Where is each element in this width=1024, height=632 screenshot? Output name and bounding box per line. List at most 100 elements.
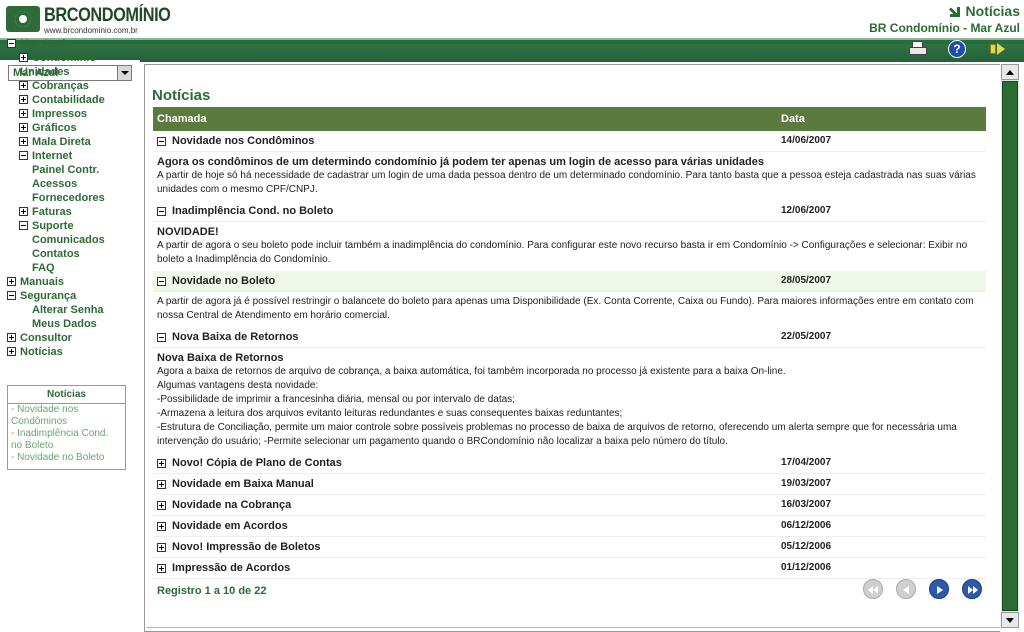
news-detail-text: -Possibilidade de imprimir a francesinha… (157, 394, 515, 405)
last-page-button[interactable] (962, 579, 982, 599)
nav-item[interactable]: Suporte (7, 219, 137, 233)
logo-mark-icon (6, 6, 40, 32)
scroll-thumb[interactable] (1002, 81, 1018, 611)
nav-item-label: Contatos (32, 248, 80, 260)
nav-item[interactable]: Consultor (7, 331, 137, 345)
nav-item-label: Gráficos (32, 122, 77, 134)
news-title[interactable]: Novidade no Boleto (172, 275, 275, 287)
expand-icon[interactable] (19, 207, 28, 216)
expand-icon[interactable] (157, 480, 166, 489)
table-row[interactable]: Novidade nos Condôminos 14/06/2007 (153, 131, 986, 152)
nav-item[interactable]: Internet (7, 149, 137, 163)
news-title[interactable]: Nova Baixa de Retornos (172, 331, 299, 343)
nav-item-label: Cobranças (32, 80, 89, 92)
table-row[interactable]: Novidade em Acordos 06/12/2006 (153, 516, 986, 537)
news-box-link[interactable]: - Inadimplência Cond. no Boleto (8, 428, 125, 452)
scrollbar[interactable] (1001, 64, 1019, 628)
nav-item-label: Suporte (32, 220, 74, 232)
expand-icon[interactable] (19, 81, 28, 90)
nav-item-label: Consultor (20, 332, 72, 344)
table-row[interactable]: Novo! Impressão de Boletos 05/12/2006 (153, 537, 986, 558)
collapse-icon[interactable] (7, 291, 16, 300)
news-box-link[interactable]: - Novidade no Boleto (8, 452, 125, 464)
exit-icon[interactable] (988, 40, 1008, 58)
news-box-link[interactable]: - Novidade nos Condôminos (8, 404, 125, 428)
nav-item[interactable]: Faturas (7, 205, 137, 219)
nav-item[interactable]: Comunicados (7, 233, 137, 247)
nav-item[interactable]: Mar Azul (7, 37, 137, 51)
expand-icon[interactable] (19, 53, 28, 62)
table-row[interactable]: Novidade em Baixa Manual 19/03/2007 (153, 474, 986, 495)
nav-item[interactable]: Gráficos (7, 121, 137, 135)
nav-item[interactable]: Notícias (7, 345, 137, 359)
expand-icon[interactable] (157, 564, 166, 573)
table-row[interactable]: Nova Baixa de Retornos 22/05/2007 (153, 327, 986, 348)
collapse-icon[interactable] (157, 277, 166, 286)
table-row[interactable]: Inadimplência Cond. no Boleto 12/06/2007 (153, 201, 986, 222)
news-detail-heading: Nova Baixa de Retornos (157, 352, 284, 364)
news-title[interactable]: Novidade na Cobrança (172, 499, 291, 511)
nav-item[interactable]: Meus Dados (7, 317, 137, 331)
news-date: 14/06/2007 (781, 135, 832, 146)
collapse-icon[interactable] (19, 221, 28, 230)
nav-item[interactable]: Contatos (7, 247, 137, 261)
next-page-button[interactable] (929, 579, 949, 599)
news-title[interactable]: Novidade nos Condôminos (172, 135, 314, 147)
expand-icon[interactable] (157, 459, 166, 468)
nav-item-label: Faturas (32, 206, 72, 218)
expand-icon[interactable] (19, 109, 28, 118)
nav-item-label: Fornecedores (32, 192, 105, 204)
nav-item[interactable]: Impressos (7, 107, 137, 121)
table-row[interactable]: Novo! Cópia de Plano de Contas 17/04/2007 (153, 453, 986, 474)
app-header: BRCONDOMÍNIO www.brcondominio.com.br Not… (0, 0, 1024, 38)
expand-icon[interactable] (157, 501, 166, 510)
nav-item[interactable]: Acessos (7, 177, 137, 191)
news-title[interactable]: Novidade em Baixa Manual (172, 478, 314, 490)
table-row[interactable]: Novidade no Boleto 28/05/2007 (153, 271, 986, 292)
section-title: Notícias (869, 3, 1020, 19)
nav-item[interactable]: Condomínio (7, 51, 137, 65)
expand-icon[interactable] (157, 522, 166, 531)
nav-item-label: Condomínio (32, 52, 97, 64)
news-title[interactable]: Impressão de Acordos (172, 562, 290, 574)
table-row[interactable]: Impressão de Acordos 01/12/2006 (153, 558, 986, 579)
nav-item[interactable]: Painel Contr. (7, 163, 137, 177)
expand-icon[interactable] (19, 95, 28, 104)
nav-item[interactable]: Fornecedores (7, 191, 137, 205)
news-detail: NOVIDADE! A partir de agora o seu boleto … (153, 222, 986, 271)
expand-icon[interactable] (7, 333, 16, 342)
nav-item[interactable]: Cobranças (7, 79, 137, 93)
news-title[interactable]: Novo! Impressão de Boletos (172, 541, 321, 553)
expand-icon[interactable] (19, 123, 28, 132)
previous-page-button[interactable] (896, 579, 916, 599)
collapse-icon[interactable] (157, 137, 166, 146)
scroll-down-icon[interactable] (1001, 612, 1019, 628)
news-title[interactable]: Novidade em Acordos (172, 520, 288, 532)
news-title[interactable]: Novo! Cópia de Plano de Contas (172, 457, 342, 469)
nav-item[interactable]: Mala Direta (7, 135, 137, 149)
nav-item[interactable]: Alterar Senha (7, 303, 137, 317)
expand-icon[interactable] (7, 277, 16, 286)
collapse-icon[interactable] (157, 333, 166, 342)
nav-item[interactable]: Contabilidade (7, 93, 137, 107)
logo-text: BRCONDOMÍNIO (44, 5, 171, 26)
nav-item[interactable]: Manuais (7, 275, 137, 289)
brand-logo[interactable]: BRCONDOMÍNIO www.brcondominio.com.br (6, 4, 171, 36)
news-detail-text: -Armazena a leitura dos arquivos evitant… (157, 408, 623, 419)
nav-item[interactable]: Segurança (7, 289, 137, 303)
nav-item[interactable]: Unidades (7, 65, 137, 79)
printer-icon[interactable] (909, 40, 929, 58)
expand-icon[interactable] (19, 137, 28, 146)
expand-icon[interactable] (157, 543, 166, 552)
collapse-icon[interactable] (19, 151, 28, 160)
nav-item[interactable]: FAQ (7, 261, 137, 275)
collapse-icon[interactable] (157, 207, 166, 216)
first-page-button[interactable] (863, 579, 883, 599)
table-row[interactable]: Novidade na Cobrança 16/03/2007 (153, 495, 986, 516)
help-icon[interactable]: ? (948, 40, 968, 58)
scroll-up-icon[interactable] (1001, 64, 1019, 80)
collapse-icon[interactable] (7, 39, 16, 48)
expand-icon[interactable] (7, 347, 16, 356)
news-title[interactable]: Inadimplência Cond. no Boleto (172, 205, 333, 217)
nav-item-label: Mar Azul (20, 38, 66, 50)
